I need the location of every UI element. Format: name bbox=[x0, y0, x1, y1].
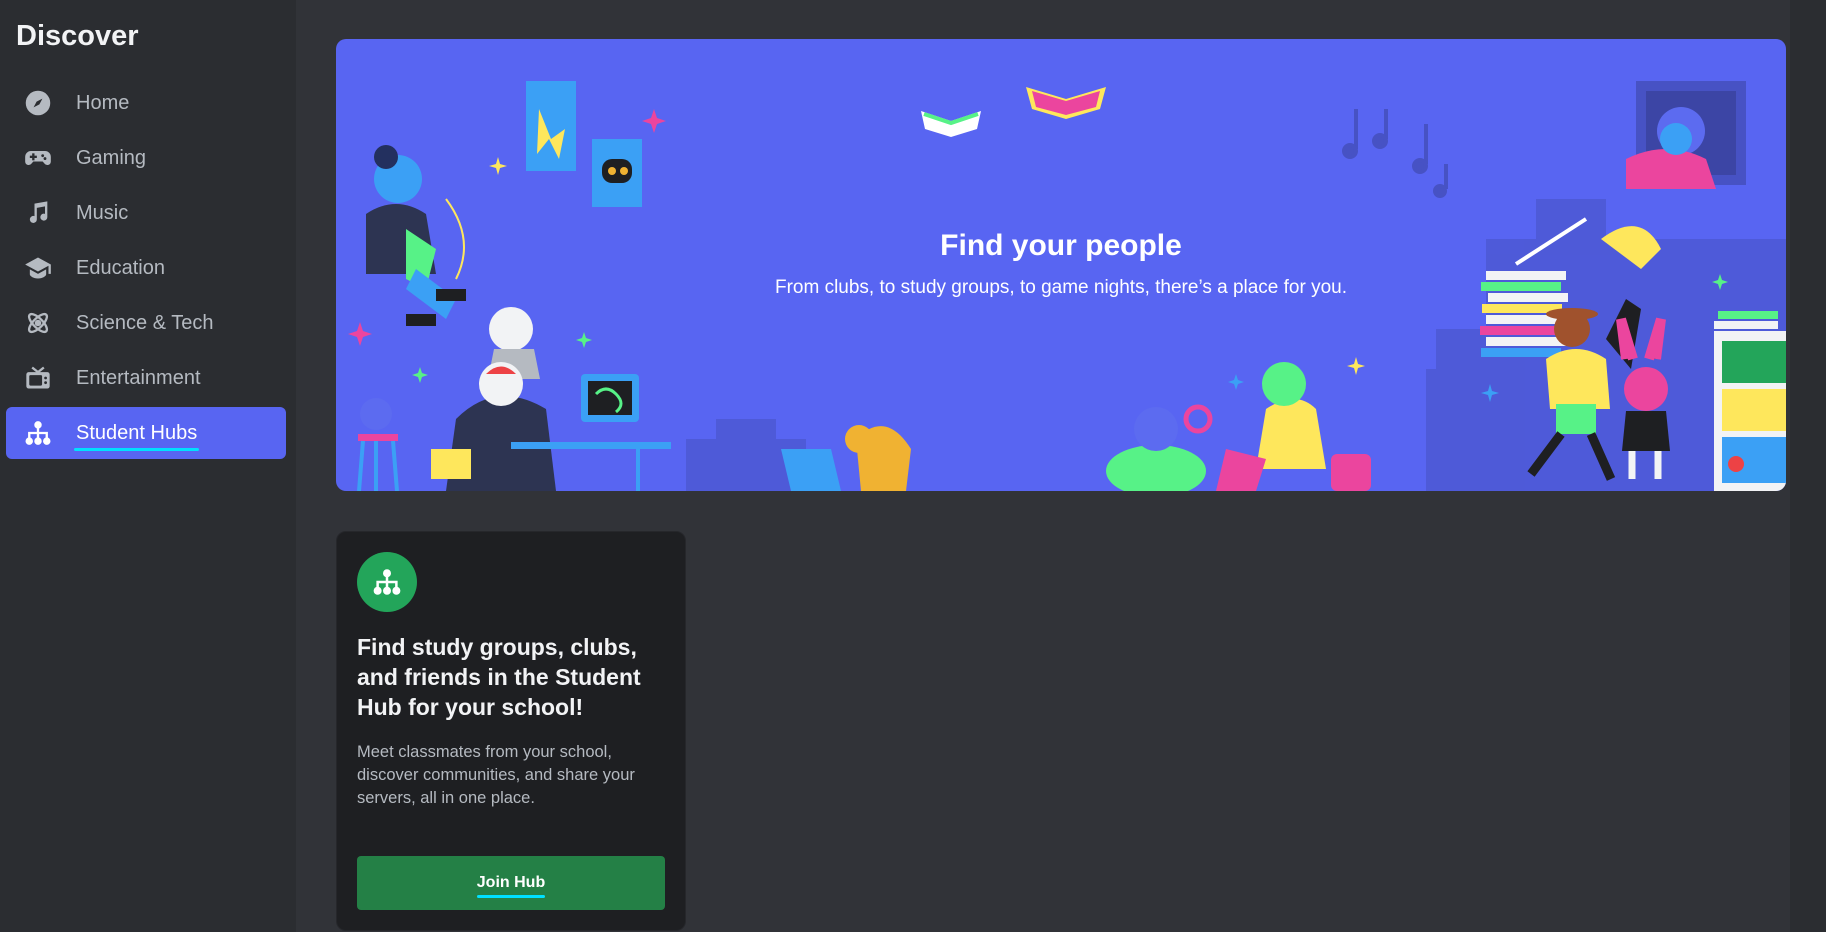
hero-banner: Find your people From clubs, to study gr… bbox=[336, 39, 1786, 491]
banner-title: Find your people bbox=[940, 229, 1182, 262]
banner-subtitle: From clubs, to study groups, to game nig… bbox=[774, 277, 1348, 298]
join-hub-button-label: Join Hub bbox=[476, 874, 546, 898]
music-note-icon bbox=[22, 197, 54, 229]
gamepad-icon bbox=[22, 142, 54, 174]
sidebar-item-label: Student Hubs bbox=[73, 421, 200, 451]
sidebar-item-gaming[interactable]: Gaming bbox=[6, 132, 286, 184]
sidebar-item-label: Entertainment bbox=[76, 366, 201, 389]
sidebar-item-label: Education bbox=[76, 256, 165, 279]
sidebar-item-home[interactable]: Home bbox=[6, 77, 286, 129]
join-hub-button[interactable]: Join Hub bbox=[357, 856, 665, 910]
sidebar-item-music[interactable]: Music bbox=[6, 187, 286, 239]
sidebar-item-label: Gaming bbox=[76, 146, 147, 169]
scrollbar-track[interactable] bbox=[1790, 0, 1826, 932]
student-hub-card: Find study groups, clubs, and friends in… bbox=[336, 531, 686, 931]
sidebar-item-label: Science & Tech bbox=[76, 311, 214, 334]
tv-icon bbox=[22, 362, 54, 394]
banner-illustration bbox=[348, 81, 1786, 491]
sidebar-item-entertainment[interactable]: Entertainment bbox=[6, 352, 286, 404]
sidebar-title: Discover bbox=[16, 20, 139, 52]
card-heading: Find study groups, clubs, and friends in… bbox=[357, 634, 641, 720]
hub-icon bbox=[22, 417, 54, 449]
sidebar-item-student-hubs[interactable]: Student Hubs bbox=[6, 407, 286, 459]
atom-icon bbox=[22, 307, 54, 339]
sidebar-item-label: Home bbox=[76, 91, 130, 114]
hub-icon bbox=[357, 552, 417, 612]
sidebar-item-label: Music bbox=[76, 201, 129, 224]
sidebar: Discover Home Gaming Music Education Sci… bbox=[0, 0, 296, 932]
sidebar-item-science-tech[interactable]: Science & Tech bbox=[6, 297, 286, 349]
compass-icon bbox=[22, 87, 54, 119]
card-description: Meet classmates from your school, discov… bbox=[357, 743, 635, 807]
sidebar-item-education[interactable]: Education bbox=[6, 242, 286, 294]
graduation-cap-icon bbox=[22, 252, 54, 284]
